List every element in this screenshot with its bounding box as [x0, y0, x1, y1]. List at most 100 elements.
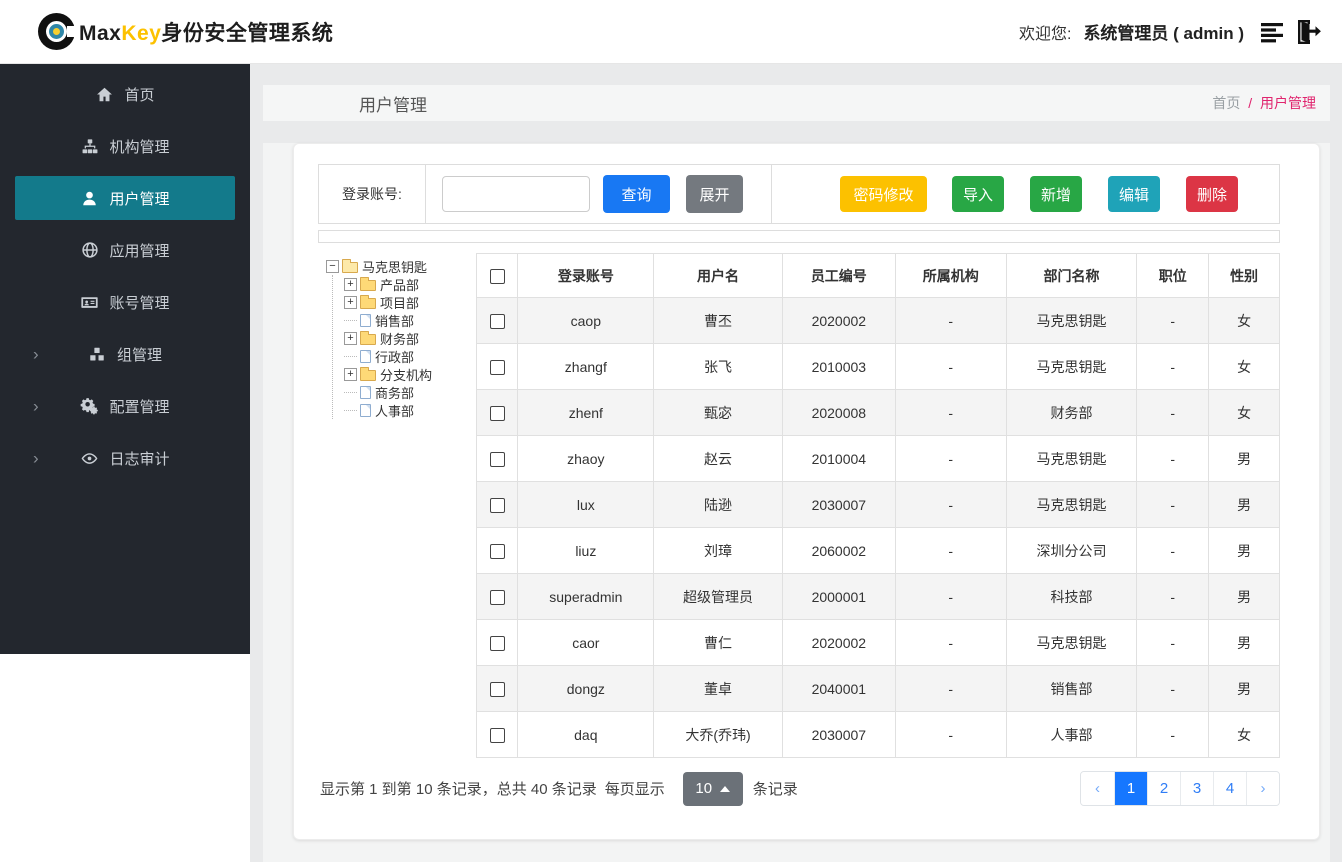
tree-node-root: − 马克思钥匙 — [326, 257, 476, 275]
login-account-label: 登录账号: — [319, 165, 426, 223]
import-button[interactable]: 导入 — [952, 176, 1004, 212]
tree-connector — [344, 355, 357, 357]
sidebar-item-audit[interactable]: › 日志审计 — [15, 436, 235, 480]
tree-node: + 产品部 — [344, 275, 476, 293]
records-info: 显示第 1 到第 10 条记录，总共 40 条记录 — [320, 781, 597, 798]
id-card-icon — [80, 293, 99, 312]
logout-icon[interactable] — [1290, 16, 1322, 48]
tree-node: + 财务部 — [344, 329, 476, 347]
delete-button[interactable]: 删除 — [1186, 176, 1238, 212]
home-icon — [95, 85, 114, 104]
row-checkbox[interactable] — [489, 405, 505, 421]
prev-page-button[interactable]: ‹ — [1081, 772, 1114, 805]
column-header: 员工编号 — [781, 253, 896, 298]
tree-connector — [344, 409, 357, 411]
sidebar-item-users[interactable]: 用户管理 — [15, 176, 235, 220]
open-folder-icon — [342, 258, 358, 273]
file-icon — [360, 385, 371, 399]
sidebar-item-apps[interactable]: 应用管理 — [15, 228, 235, 272]
tree-node: 销售部 — [344, 311, 476, 329]
row-checkbox[interactable] — [489, 451, 505, 467]
tree-expand-icon[interactable]: + — [344, 295, 357, 309]
table-row: caop 曹丕 2020002 - 马克思钥匙 - 女 — [475, 297, 1280, 344]
table-row: zhaoy 赵云 2010004 - 马克思钥匙 - 男 — [475, 435, 1280, 482]
sidebar-item-config[interactable]: › 配置管理 — [15, 384, 235, 428]
pager: ‹ 1 2 3 4 › — [1080, 771, 1280, 806]
column-header: 所属机构 — [894, 253, 1007, 298]
select-all-checkbox[interactable] — [489, 268, 505, 284]
users-table: 登录账号 用户名 员工编号 所属机构 部门名称 职位 性别 caop 曹丕 20… — [475, 253, 1280, 758]
tree-node: + 分支机构 — [344, 365, 476, 383]
page-size-value: 10 — [695, 780, 713, 797]
sidebar-item-groups[interactable]: › 组管理 — [15, 332, 235, 376]
tree-expand-icon[interactable]: + — [344, 277, 357, 291]
page-button-3[interactable]: 3 — [1180, 772, 1213, 805]
row-checkbox[interactable] — [489, 727, 505, 743]
sidebar-item-label: 账号管理 — [109, 294, 170, 312]
row-checkbox[interactable] — [489, 543, 505, 559]
tree-collapse-icon[interactable]: − — [326, 259, 339, 273]
tree-node: + 项目部 — [344, 293, 476, 311]
sidebar-item-label: 配置管理 — [109, 398, 170, 416]
page-button-2[interactable]: 2 — [1147, 772, 1180, 805]
sidebar-item-label: 用户管理 — [109, 190, 170, 208]
table-row: liuz 刘璋 2060002 - 深圳分公司 - 男 — [475, 527, 1280, 574]
sidebar-item-label: 日志审计 — [109, 450, 170, 468]
row-checkbox[interactable] — [489, 359, 505, 375]
table-row: lux 陆逊 2030007 - 马克思钥匙 - 男 — [475, 481, 1280, 528]
toolbar-divider — [771, 165, 772, 223]
table-row: superadmin 超级管理员 2000001 - 科技部 - 男 — [475, 573, 1280, 620]
page-size-dropdown[interactable]: 10 — [682, 771, 743, 806]
menu-list-icon[interactable] — [1258, 16, 1290, 48]
search-toolbar: 登录账号: 查询 展开 密码修改 导入 新增 编辑 删除 — [318, 164, 1280, 224]
table-row: zhangf 张飞 2010003 - 马克思钥匙 - 女 — [475, 343, 1280, 390]
per-page-label: 每页显示 — [604, 781, 665, 798]
row-checkbox[interactable] — [489, 635, 505, 651]
column-header: 登录账号 — [517, 253, 655, 298]
maxkey-logo-icon — [38, 13, 78, 50]
next-page-button[interactable]: › — [1246, 772, 1279, 805]
row-checkbox[interactable] — [489, 497, 505, 513]
org-tree: − 马克思钥匙 + 产品部 + 项目部 销售部 + 财务部 行政部 + 分支机构… — [326, 253, 476, 758]
page-button-1[interactable]: 1 — [1114, 772, 1147, 805]
cubes-icon — [88, 345, 107, 364]
chevron-right-icon: › — [33, 448, 39, 468]
content-card: 登录账号: 查询 展开 密码修改 导入 新增 编辑 删除 − 马克思钥匙 + 产… — [293, 143, 1320, 840]
add-button[interactable]: 新增 — [1030, 176, 1082, 212]
row-checkbox[interactable] — [489, 589, 505, 605]
chevron-right-icon: › — [33, 396, 39, 416]
user-icon — [80, 189, 99, 208]
query-button[interactable]: 查询 — [603, 175, 670, 213]
column-header: 职位 — [1136, 253, 1210, 298]
login-account-input[interactable] — [442, 176, 590, 212]
breadcrumb-separator: / — [1248, 95, 1253, 111]
sidebar-item-label: 应用管理 — [109, 242, 170, 260]
breadcrumb-bar: 用户管理 首页 / 用户管理 — [263, 85, 1330, 121]
sidebar-item-home[interactable]: 首页 — [15, 72, 235, 116]
breadcrumb: 首页 / 用户管理 — [1212, 93, 1330, 113]
change-password-button[interactable]: 密码修改 — [840, 176, 927, 212]
edit-button[interactable]: 编辑 — [1108, 176, 1160, 212]
folder-icon — [360, 330, 376, 345]
file-icon — [360, 403, 371, 417]
folder-icon — [360, 294, 376, 309]
per-page-suffix: 条记录 — [752, 781, 798, 798]
expand-button[interactable]: 展开 — [686, 175, 743, 213]
top-header: MaxKey身份安全管理系统 欢迎您: 系统管理员 ( admin ) — [0, 0, 1342, 64]
breadcrumb-home-link[interactable]: 首页 — [1212, 95, 1240, 111]
brand-logo: MaxKey身份安全管理系统 — [38, 13, 333, 50]
brand-key: Key — [121, 21, 162, 45]
sidebar-item-accounts[interactable]: 账号管理 — [15, 280, 235, 324]
row-checkbox[interactable] — [489, 313, 505, 329]
sitemap-icon — [80, 137, 99, 156]
page-button-4[interactable]: 4 — [1213, 772, 1246, 805]
tree-connector — [344, 319, 357, 321]
row-checkbox[interactable] — [489, 681, 505, 697]
column-header: 部门名称 — [1005, 253, 1138, 298]
breadcrumb-current: 用户管理 — [1260, 95, 1316, 111]
sidebar-item-label: 组管理 — [116, 346, 162, 364]
tree-expand-icon[interactable]: + — [344, 367, 357, 381]
sidebar-item-org[interactable]: 机构管理 — [15, 124, 235, 168]
welcome-label: 欢迎您: — [1018, 25, 1072, 43]
tree-expand-icon[interactable]: + — [344, 331, 357, 345]
